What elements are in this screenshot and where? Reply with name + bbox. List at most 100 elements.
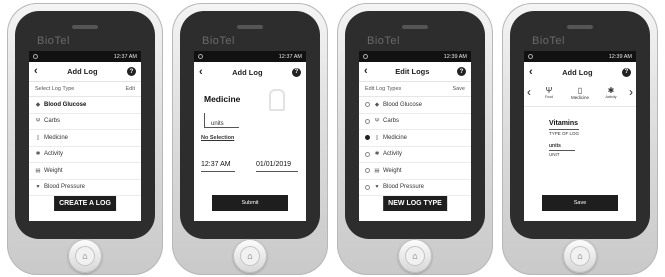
edit-item-blood-pressure[interactable]: ♥ Blood Pressure	[359, 180, 471, 196]
status-time: 12:39 AM	[443, 53, 467, 60]
device-1: BioTel 12:37 AM ‹ Add Log ? Select Log T…	[7, 3, 163, 275]
radio-button[interactable]	[365, 184, 370, 190]
title-bar: ‹ Add Log ?	[194, 62, 306, 82]
type-of-log-label: TYPE OF LOG	[549, 131, 580, 136]
log-type-activity[interactable]: ✱ Activity	[29, 147, 141, 163]
edit-item-medicine[interactable]: ▯ Medicine	[359, 130, 471, 147]
runner-icon: ✱	[607, 86, 615, 95]
time-field[interactable]: 12:37 AM	[201, 161, 231, 168]
radio-button-checked[interactable]	[365, 135, 370, 141]
item-label: Blood Glucose	[44, 101, 87, 108]
device-4: BioTel 12:39 AM ‹ Add Log ? ‹ Ψ Food ▯ M…	[502, 3, 658, 275]
tab-activity[interactable]: ✱ Activity	[600, 86, 622, 99]
status-bar: 12:37 AM	[29, 51, 141, 62]
type-of-log-input[interactable]: Vitamins	[549, 120, 578, 127]
brand-logo: BioTel	[202, 35, 235, 47]
bp-icon: ♥	[36, 184, 40, 191]
edit-item-carbs[interactable]: Ψ Carbs	[359, 114, 471, 130]
home-icon: ⌂	[240, 246, 260, 266]
type-underline	[549, 129, 579, 130]
radio-button[interactable]	[365, 168, 370, 174]
item-label: Medicine	[44, 134, 69, 141]
drop-icon: ◆	[35, 101, 41, 108]
item-label: Blood Pressure	[44, 184, 86, 191]
help-icon[interactable]: ?	[622, 67, 631, 77]
radio-button[interactable]	[365, 151, 370, 157]
bezel: BioTel 12:37 AM ‹ Add Log ? Medicine uni…	[180, 11, 320, 239]
home-button[interactable]: ⌂	[68, 239, 102, 273]
camera-icon	[363, 54, 368, 59]
chevron-left-icon[interactable]: ‹	[527, 85, 531, 99]
log-type-blood-pressure[interactable]: ♥ Blood Pressure	[29, 180, 141, 196]
create-log-button[interactable]: CREATE A LOG	[54, 196, 116, 211]
fork-icon: Ψ	[545, 86, 553, 95]
subheader: Edit Log Types Save	[359, 82, 471, 97]
runner-icon: ✱	[35, 151, 41, 158]
log-type-medicine[interactable]: ▯ Medicine	[29, 130, 141, 147]
radio-button[interactable]	[365, 118, 370, 124]
home-button[interactable]: ⌂	[398, 239, 432, 273]
bezel: BioTel 12:37 AM ‹ Add Log ? Select Log T…	[15, 11, 155, 239]
date-field[interactable]: 01/01/2019	[256, 161, 291, 168]
scale-icon: ▤	[35, 167, 41, 174]
title-bar: ‹ Add Log ?	[29, 62, 141, 82]
time-underline	[201, 171, 235, 172]
log-name: Medicine	[204, 94, 241, 104]
log-type-carbs[interactable]: Ψ Carbs	[29, 114, 141, 130]
log-type-carousel: ‹ Ψ Food ▯ Medicine ✱ Activity ›	[524, 84, 636, 107]
pill-icon: ▯	[375, 134, 379, 141]
title-bar: ‹ Edit Logs ?	[359, 62, 471, 82]
camera-icon	[33, 54, 38, 59]
edit-item-weight[interactable]: ▤ Weight	[359, 163, 471, 180]
new-log-type-button[interactable]: NEW LOG TYPE	[383, 196, 447, 211]
chevron-right-icon[interactable]: ›	[629, 85, 633, 99]
bezel: BioTel 12:39 AM ‹ Add Log ? ‹ Ψ Food ▯ M…	[510, 11, 650, 239]
tab-medicine[interactable]: ▯ Medicine	[566, 86, 594, 100]
edit-item-blood-glucose[interactable]: ◆ Blood Glucose	[359, 97, 471, 114]
back-icon[interactable]: ‹	[34, 66, 38, 77]
selection-status[interactable]: No Selection	[201, 135, 234, 141]
log-type-weight[interactable]: ▤ Weight	[29, 163, 141, 180]
edit-item-activity[interactable]: ✱ Activity	[359, 147, 471, 163]
item-label: Carbs	[44, 118, 61, 125]
item-label: Activity	[44, 151, 64, 158]
home-button[interactable]: ⌂	[233, 239, 267, 273]
edit-log-types-label: Edit Log Types	[365, 86, 402, 92]
back-icon[interactable]: ‹	[364, 66, 368, 77]
submit-button[interactable]: Submit	[212, 195, 288, 211]
status-bar: 12:37 AM	[194, 51, 306, 62]
back-icon[interactable]: ‹	[529, 66, 533, 78]
bezel: BioTel 12:39 AM ‹ Edit Logs ? Edit Log T…	[345, 11, 485, 239]
item-label: Weight	[383, 167, 402, 174]
back-icon[interactable]: ‹	[199, 66, 203, 78]
pill-icon: ▯	[577, 86, 583, 95]
fork-icon: Ψ	[35, 118, 41, 125]
speaker	[72, 25, 98, 29]
help-icon[interactable]: ?	[127, 67, 136, 76]
log-type-blood-glucose[interactable]: ◆ Blood Glucose	[29, 97, 141, 114]
runner-icon: ✱	[374, 151, 380, 158]
page-title: Add Log	[232, 67, 263, 77]
title-bar: ‹ Add Log ?	[524, 62, 636, 82]
bp-icon: ♥	[375, 184, 379, 191]
page-title: Add Log	[562, 67, 593, 77]
screen-add-log-medicine: 12:37 AM ‹ Add Log ? Medicine units No S…	[194, 51, 306, 221]
help-icon[interactable]: ?	[457, 67, 466, 76]
save-link[interactable]: Save	[452, 86, 465, 92]
tab-label: Activity	[605, 95, 617, 99]
drop-icon: ◆	[374, 101, 380, 108]
home-button[interactable]: ⌂	[563, 239, 597, 273]
camera-icon	[198, 54, 203, 59]
status-bar: 12:39 AM	[524, 51, 636, 62]
tab-label: Medicine	[570, 95, 589, 100]
select-log-type-label: Select Log Type	[35, 86, 75, 92]
help-icon[interactable]: ?	[292, 67, 301, 77]
item-label: Activity	[383, 151, 403, 158]
edit-link[interactable]: Edit	[126, 86, 135, 92]
tab-food[interactable]: Ψ Food	[539, 86, 559, 99]
brand-logo: BioTel	[532, 35, 565, 47]
speaker	[237, 25, 263, 29]
unit-input[interactable]: units	[549, 143, 561, 149]
radio-button[interactable]	[365, 102, 370, 108]
save-button[interactable]: Save	[542, 195, 618, 211]
